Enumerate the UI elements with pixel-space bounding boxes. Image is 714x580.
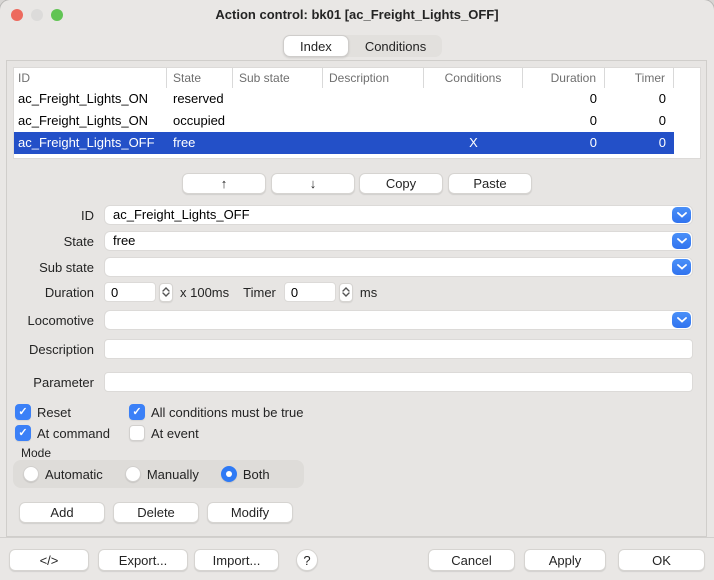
titlebar: Action control: bk01 [ac_Freight_Lights_… bbox=[0, 0, 714, 30]
cell-timer: 0 bbox=[605, 110, 674, 132]
action-control-window: Action control: bk01 [ac_Freight_Lights_… bbox=[0, 0, 714, 580]
cell-duration: 0 bbox=[523, 88, 605, 110]
cell-state: reserved bbox=[167, 88, 233, 110]
cell-id: ac_Freight_Lights_OFF bbox=[14, 132, 167, 154]
delete-button[interactable]: Delete bbox=[113, 502, 199, 523]
index-panel: ID State Sub state Description Condition… bbox=[6, 60, 707, 537]
cell-description bbox=[323, 88, 424, 110]
timer-stepper[interactable] bbox=[339, 283, 353, 302]
table-header: ID State Sub state Description Condition… bbox=[14, 68, 700, 88]
timer-label: Timer bbox=[243, 285, 276, 300]
cell-id: ac_Freight_Lights_ON bbox=[14, 88, 167, 110]
actions-table: ID State Sub state Description Condition… bbox=[13, 67, 701, 159]
cell-duration: 0 bbox=[523, 132, 605, 154]
id-value: ac_Freight_Lights_OFF bbox=[113, 206, 250, 224]
duration-input[interactable] bbox=[104, 282, 156, 302]
reset-label: Reset bbox=[37, 405, 71, 420]
cancel-button[interactable]: Cancel bbox=[428, 549, 515, 571]
at-command-label: At command bbox=[37, 426, 110, 441]
cell-id: ac_Freight_Lights_ON bbox=[14, 110, 167, 132]
radio-automatic[interactable]: Automatic bbox=[23, 466, 103, 482]
at-event-checkbox[interactable]: ✓ bbox=[129, 425, 145, 441]
all-conditions-checkbox[interactable]: ✓ bbox=[129, 404, 145, 420]
export-button[interactable]: Export... bbox=[98, 549, 188, 571]
parameter-input[interactable] bbox=[104, 372, 693, 392]
duration-label: Duration bbox=[7, 285, 104, 300]
sub-state-label: Sub state bbox=[7, 260, 104, 275]
tab-conditions[interactable]: Conditions bbox=[349, 35, 442, 57]
id-label: ID bbox=[7, 208, 104, 223]
id-combobox[interactable]: ac_Freight_Lights_OFF bbox=[104, 205, 693, 225]
radio-icon bbox=[23, 466, 39, 482]
table-row[interactable]: ac_Freight_Lights_ON reserved 0 0 bbox=[14, 88, 700, 110]
table-row-selected[interactable]: ac_Freight_Lights_OFF free X 0 0 bbox=[14, 132, 700, 154]
chevron-down-icon[interactable] bbox=[672, 259, 691, 275]
col-description[interactable]: Description bbox=[323, 68, 424, 88]
duration-unit: x 100ms bbox=[180, 285, 229, 300]
cell-conditions: X bbox=[424, 132, 523, 154]
cell-state: free bbox=[167, 132, 233, 154]
col-state[interactable]: State bbox=[167, 68, 233, 88]
chevron-down-icon[interactable] bbox=[672, 233, 691, 249]
cell-description bbox=[323, 132, 424, 154]
paste-button[interactable]: Paste bbox=[448, 173, 532, 194]
copy-button[interactable]: Copy bbox=[359, 173, 443, 194]
all-conditions-label: All conditions must be true bbox=[151, 405, 303, 420]
cell-sub-state bbox=[233, 88, 323, 110]
chevron-down-icon[interactable] bbox=[672, 207, 691, 223]
tab-bar: Index Conditions bbox=[283, 35, 442, 57]
ok-button[interactable]: OK bbox=[618, 549, 705, 571]
state-value: free bbox=[113, 232, 135, 250]
description-label: Description bbox=[7, 342, 104, 357]
state-combobox[interactable]: free bbox=[104, 231, 693, 251]
cell-timer: 0 bbox=[605, 88, 674, 110]
duration-stepper[interactable] bbox=[159, 283, 173, 302]
mode-label: Mode bbox=[21, 446, 51, 460]
description-input[interactable] bbox=[104, 339, 693, 359]
col-id[interactable]: ID bbox=[14, 68, 167, 88]
radio-manually[interactable]: Manually bbox=[125, 466, 199, 482]
cell-description bbox=[323, 110, 424, 132]
cell-timer: 0 bbox=[605, 132, 674, 154]
col-conditions[interactable]: Conditions bbox=[424, 68, 523, 88]
col-gutter bbox=[674, 68, 700, 88]
cell-conditions bbox=[424, 88, 523, 110]
radio-icon bbox=[125, 466, 141, 482]
cell-sub-state bbox=[233, 110, 323, 132]
apply-button[interactable]: Apply bbox=[524, 549, 606, 571]
timer-unit: ms bbox=[360, 285, 377, 300]
tab-index[interactable]: Index bbox=[283, 35, 349, 57]
sub-state-combobox[interactable] bbox=[104, 257, 693, 277]
at-event-label: At event bbox=[151, 426, 199, 441]
code-button[interactable]: </> bbox=[9, 549, 89, 571]
cell-conditions bbox=[424, 110, 523, 132]
locomotive-label: Locomotive bbox=[7, 313, 104, 328]
at-command-checkbox[interactable]: ✓ bbox=[15, 425, 31, 441]
window-title: Action control: bk01 [ac_Freight_Lights_… bbox=[0, 7, 714, 22]
mode-radio-group: Automatic Manually Both bbox=[13, 460, 304, 488]
add-button[interactable]: Add bbox=[19, 502, 105, 523]
chevron-down-icon[interactable] bbox=[672, 312, 691, 328]
col-timer[interactable]: Timer bbox=[605, 68, 674, 88]
cell-duration: 0 bbox=[523, 110, 605, 132]
cell-state: occupied bbox=[167, 110, 233, 132]
footer-divider bbox=[0, 537, 714, 538]
radio-both[interactable]: Both bbox=[221, 466, 270, 482]
timer-input[interactable] bbox=[284, 282, 336, 302]
cell-sub-state bbox=[233, 132, 323, 154]
move-down-button[interactable]: ↓ bbox=[271, 173, 355, 194]
import-button[interactable]: Import... bbox=[194, 549, 279, 571]
parameter-label: Parameter bbox=[7, 375, 104, 390]
move-up-button[interactable]: ↑ bbox=[182, 173, 266, 194]
col-duration[interactable]: Duration bbox=[523, 68, 605, 88]
modify-button[interactable]: Modify bbox=[207, 502, 293, 523]
reset-checkbox[interactable]: ✓ bbox=[15, 404, 31, 420]
state-label: State bbox=[7, 234, 104, 249]
help-button[interactable]: ? bbox=[296, 549, 318, 571]
radio-icon bbox=[221, 466, 237, 482]
table-row[interactable]: ac_Freight_Lights_ON occupied 0 0 bbox=[14, 110, 700, 132]
locomotive-combobox[interactable] bbox=[104, 310, 693, 330]
col-sub-state[interactable]: Sub state bbox=[233, 68, 323, 88]
